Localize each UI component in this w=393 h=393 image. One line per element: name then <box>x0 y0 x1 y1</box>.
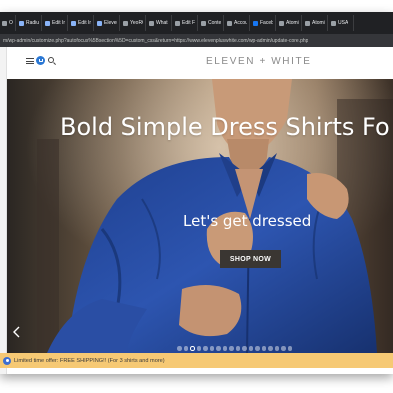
browser-tab-label: Edit Fi <box>182 20 195 26</box>
address-bar[interactable]: m/wp-admin/customize.php?autofocus%5Bsec… <box>0 34 393 47</box>
browser-tab[interactable]: Ocus <box>0 15 16 31</box>
browser-tab[interactable]: Radiu <box>17 15 42 31</box>
browser-tab-strip: Ocus Radiu Edit In Edit In Eleven YeoRC What Ed… <box>0 12 393 34</box>
browser-tab[interactable]: Edit In <box>43 15 68 31</box>
cart-icon[interactable] <box>36 56 45 65</box>
hamburger-menu-icon[interactable] <box>26 58 34 64</box>
page-icon <box>279 20 284 26</box>
pin-icon <box>71 20 76 26</box>
browser-tab-label: Atomi <box>286 20 299 26</box>
info-badge-icon <box>3 356 11 365</box>
carousel-dot[interactable] <box>255 346 260 351</box>
browser-tab[interactable]: Conte <box>199 15 224 31</box>
search-icon[interactable] <box>48 57 54 63</box>
browser-tab[interactable]: YeoRC <box>121 15 146 31</box>
page-icon <box>175 20 180 26</box>
browser-tab[interactable]: USA <box>329 15 354 31</box>
carousel-prev-icon[interactable] <box>12 326 22 338</box>
browser-tab-label: Edit In <box>78 20 91 26</box>
browser-tab-label: Ocus <box>9 20 13 26</box>
pin-icon <box>45 20 50 26</box>
page-icon <box>305 20 310 26</box>
browser-tab[interactable]: Edit In <box>69 15 94 31</box>
carousel-dot[interactable] <box>222 346 227 351</box>
hero-slider: Bold Simple Dress Shirts Fo Let's get dr… <box>7 79 393 353</box>
customizer-gutter <box>0 47 7 374</box>
browser-tab[interactable]: Atomi <box>277 15 302 31</box>
browser-tab-label: Accou <box>234 20 247 26</box>
carousel-dot[interactable] <box>274 346 279 351</box>
page-icon <box>123 20 128 26</box>
announcement-text: Limited time offer: FREE SHIPPING!! (For… <box>14 357 165 364</box>
page-icon <box>201 20 206 26</box>
carousel-dot[interactable] <box>261 346 266 351</box>
site-header: ELEVEN + WHITE <box>7 47 393 79</box>
browser-tab-label: Edit In <box>52 20 65 26</box>
page-icon <box>331 20 336 26</box>
browser-tab[interactable]: Eleven <box>95 15 120 31</box>
page-icon <box>149 20 154 26</box>
browser-tab-label: Radiu <box>26 20 39 26</box>
browser-tab-label: Faceb <box>260 20 273 26</box>
carousel-dot[interactable] <box>242 346 247 351</box>
web-page: ELEVEN + WHITE Bold Simple Dress Shirts … <box>0 47 393 374</box>
hero-subheading: Let's get dressed <box>183 212 312 230</box>
page-icon <box>227 20 232 26</box>
browser-window: Ocus Radiu Edit In Edit In Eleven YeoRC What Ed… <box>0 12 393 374</box>
browser-tab[interactable]: Atomi <box>303 15 328 31</box>
browser-tab[interactable]: Edit Fi <box>173 15 198 31</box>
carousel-dot[interactable] <box>183 346 188 351</box>
facebook-icon <box>253 20 258 26</box>
url-text[interactable]: m/wp-admin/customize.php?autofocus%5Bsec… <box>3 38 308 44</box>
browser-tab[interactable]: Accou <box>225 15 250 31</box>
browser-tab[interactable]: What <box>147 15 172 31</box>
carousel-dot[interactable] <box>209 346 214 351</box>
browser-tab-label: Eleven <box>104 20 117 26</box>
pin-icon <box>97 20 102 26</box>
carousel-dot[interactable] <box>268 346 273 351</box>
carousel-dot[interactable] <box>177 346 182 351</box>
page-icon <box>2 20 7 26</box>
pin-icon <box>19 20 24 26</box>
carousel-pagination <box>177 346 292 351</box>
carousel-dot[interactable] <box>196 346 201 351</box>
carousel-dot[interactable] <box>229 346 234 351</box>
shop-now-button[interactable]: SHOP NOW <box>220 250 281 268</box>
carousel-dot[interactable] <box>203 346 208 351</box>
browser-tab-label: YeoRC <box>130 20 143 26</box>
hero-heading: Bold Simple Dress Shirts Fo <box>60 113 390 141</box>
browser-tab-label: What <box>156 20 168 26</box>
carousel-dot[interactable] <box>287 346 292 351</box>
site-logo[interactable]: ELEVEN + WHITE <box>206 56 311 67</box>
browser-tab-label: Atomi <box>312 20 325 26</box>
browser-tab[interactable]: Faceb <box>251 15 276 31</box>
browser-tab-label: USA <box>338 20 349 26</box>
browser-tab-label: Conte <box>208 20 221 26</box>
carousel-dot[interactable] <box>190 346 195 351</box>
carousel-dot[interactable] <box>235 346 240 351</box>
announcement-bar[interactable]: Limited time offer: FREE SHIPPING!! (For… <box>0 353 393 368</box>
carousel-dot[interactable] <box>216 346 221 351</box>
carousel-dot[interactable] <box>281 346 286 351</box>
carousel-dot[interactable] <box>248 346 253 351</box>
screenshot-stage: Ocus Radiu Edit In Edit In Eleven YeoRC What Ed… <box>0 0 393 393</box>
